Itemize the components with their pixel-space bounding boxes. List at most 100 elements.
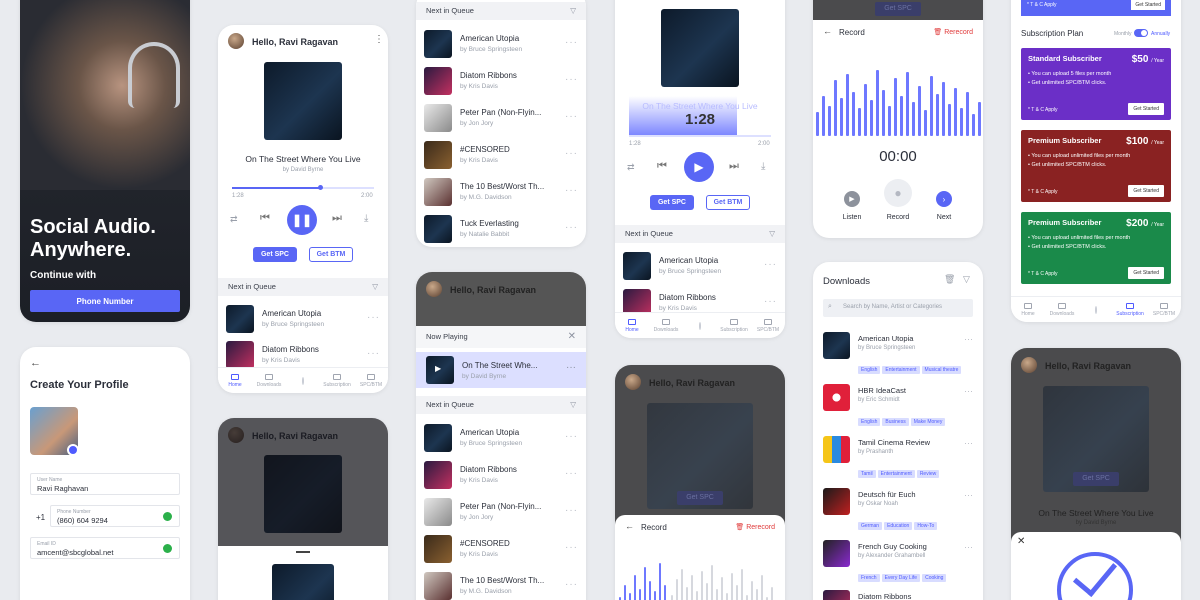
next-icon[interactable]: ⏭: [332, 212, 342, 225]
progress-track[interactable]: [232, 187, 374, 189]
more-dots-icon[interactable]: ···: [565, 222, 578, 233]
now-playing-row[interactable]: ▶ On The Street Whe... by David Byrne ··…: [416, 352, 586, 388]
progress-knob[interactable]: [318, 185, 323, 190]
more-dots-icon[interactable]: ···: [565, 579, 578, 590]
repeat-icon[interactable]: ⇄: [230, 214, 238, 225]
tag[interactable]: French: [858, 574, 880, 582]
download-item[interactable]: American Utopia by Bruce Springsteen Eng…: [823, 332, 973, 376]
more-dots-icon[interactable]: ···: [565, 542, 578, 553]
more-dots-icon[interactable]: ···: [367, 348, 380, 359]
tab-downloads[interactable]: Downloads: [254, 373, 284, 388]
plan-premium-plus[interactable]: Premium Subscriber $200 / Year • You can…: [1021, 212, 1171, 284]
tag[interactable]: Education: [884, 522, 913, 530]
tag[interactable]: Review: [916, 470, 940, 478]
rerecord-button[interactable]: 🗑 Rerecord: [735, 523, 775, 531]
more-dots-icon[interactable]: ···: [565, 431, 578, 442]
more-dots-icon[interactable]: ···: [964, 490, 973, 500]
user-avatar[interactable]: [625, 374, 641, 390]
more-dots-icon[interactable]: ···: [565, 74, 578, 85]
plan-standard[interactable]: Standard Subscriber $50 / Year • You can…: [1021, 48, 1171, 120]
queue-item[interactable]: American Utopia by Bruce Springsteen ···: [226, 303, 380, 337]
more-dots-icon[interactable]: ···: [367, 312, 380, 323]
tab-spc-btm[interactable]: SPC/BTM: [753, 318, 783, 333]
more-dots-icon[interactable]: ···: [565, 148, 578, 159]
filter-icon[interactable]: ▽: [769, 225, 775, 243]
queue-item[interactable]: American Utopia by Bruce Springsteen ···: [623, 250, 777, 284]
billing-toggle[interactable]: [1134, 29, 1148, 37]
more-dots-icon[interactable]: ···: [964, 438, 973, 448]
plan-get-started-button[interactable]: Get Started: [1128, 267, 1164, 279]
close-icon[interactable]: ✕: [1017, 536, 1025, 547]
more-dots-icon[interactable]: ···: [964, 334, 973, 344]
user-avatar[interactable]: [228, 33, 244, 49]
queue-item[interactable]: Tuck Everlasting by Natalie Babbit ···: [424, 213, 578, 247]
queue-item[interactable]: The 10 Best/Worst Th... by M.G. Davidson ·…: [424, 570, 578, 600]
download-icon[interactable]: ⤓: [364, 213, 368, 224]
download-item[interactable]: Deutsch für Euch by Oskar Noah German Edu…: [823, 488, 973, 532]
sheet-handle[interactable]: [296, 551, 310, 553]
download-item[interactable]: Diatom Ribbons: [823, 590, 973, 600]
get-spc-button[interactable]: Get SPC: [650, 195, 694, 210]
tab-record[interactable]: [685, 321, 715, 330]
more-dots-icon[interactable]: ···: [964, 386, 973, 396]
tag[interactable]: Make Money: [910, 418, 946, 426]
phone-field[interactable]: Phone Number (860) 604 9294: [50, 505, 180, 527]
back-arrow-icon[interactable]: ←: [823, 26, 832, 36]
close-icon[interactable]: ✕: [568, 326, 576, 348]
more-menu-icon[interactable]: ⋮: [374, 34, 384, 45]
tag[interactable]: Tamil: [858, 470, 876, 478]
tag[interactable]: Cooking: [922, 574, 947, 582]
download-item[interactable]: Tamil Cinema Review by Prashanth Tamil En…: [823, 436, 973, 480]
email-field[interactable]: Email ID amcent@sbcglobal.net: [30, 537, 180, 559]
download-item[interactable]: HBR IdeaCast by Eric Schmidt English Busi…: [823, 384, 973, 428]
tab-home[interactable]: Home: [1013, 302, 1043, 317]
download-item[interactable]: French Guy Cooking by Alexander Grahambe…: [823, 540, 973, 584]
next-button[interactable]: ›: [936, 191, 952, 207]
tag[interactable]: German: [858, 522, 883, 530]
more-dots-icon[interactable]: ···: [565, 185, 578, 196]
more-dots-icon[interactable]: ···: [964, 542, 973, 552]
previous-icon[interactable]: ⏮: [260, 212, 270, 225]
tag[interactable]: Entertainment: [882, 366, 920, 374]
more-dots-icon[interactable]: ···: [565, 37, 578, 48]
search-input[interactable]: ⌕ Search by Name, Artist or Categories: [823, 299, 973, 317]
download-icon[interactable]: ⤓: [761, 161, 765, 172]
tag[interactable]: Every Day Life: [881, 574, 921, 582]
back-arrow-icon[interactable]: ←: [30, 357, 41, 369]
trash-icon[interactable]: 🗑: [944, 274, 955, 285]
filter-icon[interactable]: ▽: [963, 274, 970, 285]
play-icon[interactable]: ▶: [435, 364, 441, 373]
queue-item[interactable]: The 10 Best/Worst Th... by M.G. Davidson ·…: [424, 176, 578, 210]
tab-subscription[interactable]: Subscription: [322, 373, 352, 388]
get-btm-button[interactable]: Get BTM: [706, 195, 750, 210]
filter-icon[interactable]: ▽: [570, 396, 576, 414]
tag[interactable]: English: [858, 418, 881, 426]
tag[interactable]: Business: [882, 418, 909, 426]
queue-item[interactable]: American Utopia by Bruce Springsteen ···: [424, 422, 578, 456]
previous-icon[interactable]: ⏮: [657, 160, 667, 173]
repeat-icon[interactable]: ⇄: [627, 162, 635, 173]
plan-premium[interactable]: Premium Subscriber $100 / Year • You can…: [1021, 130, 1171, 202]
tab-record[interactable]: [1081, 305, 1111, 314]
more-dots-icon[interactable]: ···: [565, 111, 578, 122]
more-dots-icon[interactable]: ···: [566, 362, 576, 373]
queue-item[interactable]: Diatom Ribbons by Kris Davis ···: [424, 459, 578, 493]
edit-avatar-icon[interactable]: [67, 444, 79, 456]
more-dots-icon[interactable]: ···: [764, 259, 777, 270]
queue-item[interactable]: Peter Pan (Non-Flyin... by Jon Jory ···: [424, 102, 578, 136]
user-avatar[interactable]: [426, 281, 442, 297]
get-btm-button[interactable]: Get BTM: [309, 247, 353, 262]
progress-track[interactable]: [629, 135, 771, 137]
queue-item[interactable]: #CENSORED by Kris Davis ···: [424, 139, 578, 173]
tab-subscription[interactable]: Subscription: [1115, 302, 1145, 317]
tag[interactable]: Musical theatre: [921, 366, 962, 374]
tab-downloads[interactable]: Downloads: [651, 318, 681, 333]
back-arrow-icon[interactable]: ←: [625, 521, 634, 531]
filter-icon[interactable]: ▽: [372, 278, 378, 296]
tag[interactable]: How-To: [914, 522, 938, 530]
tab-downloads[interactable]: Downloads: [1047, 302, 1077, 317]
top-get-started-button[interactable]: Get Started: [1131, 0, 1165, 10]
country-code[interactable]: +1: [36, 513, 45, 522]
tab-record[interactable]: [288, 376, 318, 385]
pause-button[interactable]: ❚❚: [287, 205, 317, 235]
